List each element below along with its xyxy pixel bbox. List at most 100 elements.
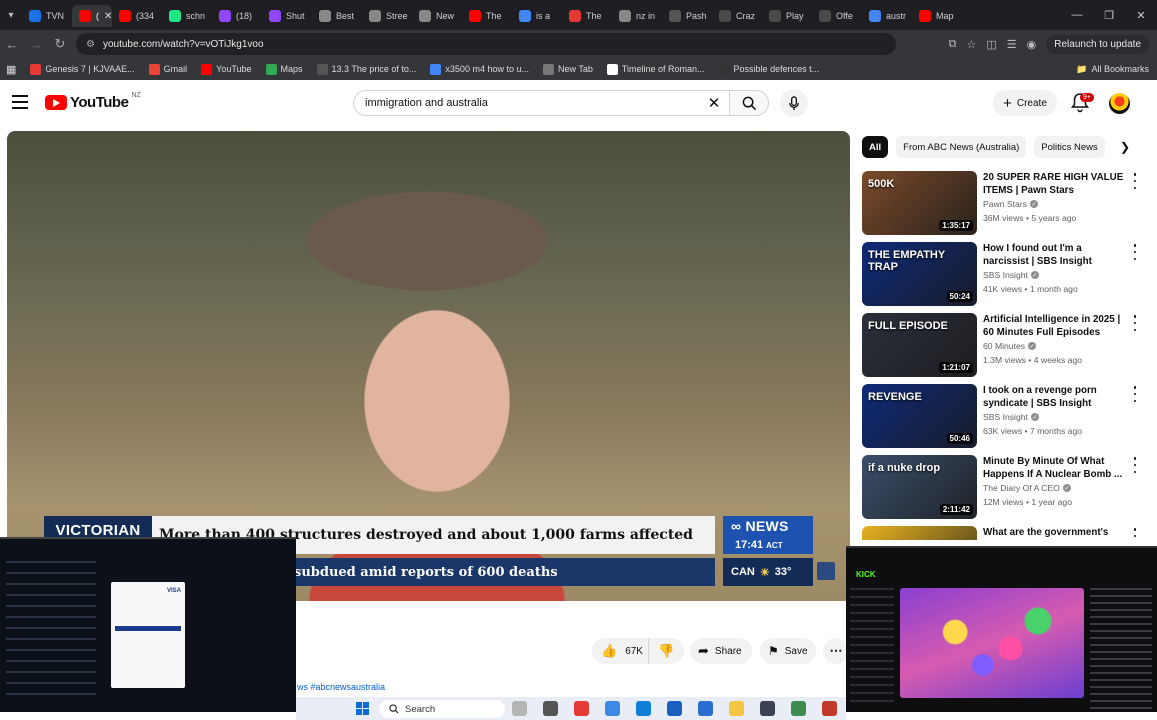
media-icon[interactable]: ☰: [1007, 38, 1017, 51]
create-button[interactable]: + Create: [993, 90, 1057, 116]
widgets-icon[interactable]: [512, 701, 527, 716]
menu-icon[interactable]: [12, 95, 28, 109]
browser-tab[interactable]: The: [562, 5, 612, 27]
bookmark-item[interactable]: Gmail: [148, 63, 187, 75]
outlook-icon[interactable]: [667, 701, 682, 716]
explorer-icon[interactable]: [729, 701, 744, 716]
video-thumbnail[interactable]: REVENGE 50:46: [862, 384, 977, 448]
video-title[interactable]: Artificial Intelligence in 2025 | 60 Min…: [983, 313, 1125, 339]
search-button[interactable]: [729, 90, 769, 116]
filter-chip[interactable]: From ABC News (Australia): [896, 136, 1027, 158]
taskbar-search[interactable]: Search: [379, 700, 505, 718]
minimize-icon[interactable]: —: [1061, 0, 1093, 30]
recommended-video[interactable]: What are the government's: [862, 526, 1152, 540]
recommended-video[interactable]: 500K 1:35:17 20 SUPER RARE HIGH VALUE ITEM…: [862, 171, 1152, 237]
browser-tab[interactable]: Map: [912, 5, 962, 27]
clear-search-icon[interactable]: ✕: [704, 92, 724, 114]
recommended-video[interactable]: FULL EPISODE 1:21:07 Artificial Intelligen…: [862, 313, 1152, 379]
active-app-icon[interactable]: [822, 701, 837, 716]
bookmark-item[interactable]: x3500 m4 how to u...: [430, 63, 529, 75]
browser-tab[interactable]: TVN: [22, 5, 72, 27]
browser-tab[interactable]: (✕: [72, 5, 112, 27]
avatar[interactable]: [1109, 93, 1130, 114]
share-button[interactable]: ➦ Share: [690, 638, 752, 664]
video-thumbnail[interactable]: [862, 526, 977, 540]
filter-chip[interactable]: All: [862, 136, 889, 158]
site-info-icon[interactable]: ⚙: [86, 39, 95, 50]
bookmark-item[interactable]: Timeline of Roman...: [606, 63, 705, 75]
bookmark-star-icon[interactable]: ☆: [967, 38, 977, 51]
channel-name[interactable]: The Diary Of A CEO ✓: [983, 483, 1071, 493]
profile-icon[interactable]: ◉: [1027, 38, 1037, 51]
browser-tab[interactable]: Best: [312, 5, 362, 27]
video-title[interactable]: 20 SUPER RARE HIGH VALUE ITEMS | Pawn St…: [983, 171, 1125, 197]
bookmark-item[interactable]: YouTube: [201, 63, 252, 75]
bookmark-item[interactable]: Maps: [265, 63, 303, 75]
bookmark-item[interactable]: Genesis 7 | KJVAAE...: [30, 63, 135, 75]
video-title[interactable]: Minute By Minute Of What Happens If A Nu…: [983, 455, 1125, 481]
bookmark-item[interactable]: Possible defences t...: [718, 63, 819, 75]
chrome-icon[interactable]: [574, 701, 589, 716]
browser-tab[interactable]: The: [462, 5, 512, 27]
filter-chip[interactable]: Politics News: [1034, 136, 1105, 158]
video-title[interactable]: What are the government's: [983, 526, 1125, 539]
browser-tab[interactable]: austr: [862, 5, 912, 27]
task-view-icon[interactable]: [543, 701, 558, 716]
close-tab-icon[interactable]: ✕: [104, 11, 112, 22]
address-bar[interactable]: ⚙ youtube.com/watch?v=vOTiJkg1voo: [76, 33, 896, 55]
extensions-icon[interactable]: ◫: [986, 38, 996, 51]
video-title[interactable]: I took on a revenge porn syndicate | SBS…: [983, 384, 1125, 410]
bookmark-item[interactable]: New Tab: [542, 63, 593, 75]
video-thumbnail[interactable]: THE EMPATHY TRAP 50:24: [862, 242, 977, 306]
description-hashtags[interactable]: ws #abcnewsaustralia: [297, 682, 385, 692]
recommended-video[interactable]: THE EMPATHY TRAP 50:24 How I found out I'm…: [862, 242, 1152, 308]
browser-tab[interactable]: schn: [162, 5, 212, 27]
dislike-button[interactable]: 👎: [648, 638, 684, 664]
close-icon[interactable]: ✕: [1125, 0, 1157, 30]
browser-tab[interactable]: Play: [762, 5, 812, 27]
search-input[interactable]: immigration and australia: [353, 90, 730, 116]
edge-icon[interactable]: [636, 701, 651, 716]
browser-tab[interactable]: (18): [212, 5, 262, 27]
install-icon[interactable]: ⧉: [949, 38, 957, 51]
tab-search-icon[interactable]: ▾: [0, 0, 22, 30]
windows-start-icon[interactable]: [356, 702, 369, 715]
channel-name[interactable]: 60 Minutes ✓: [983, 341, 1037, 351]
browser-tab[interactable]: Shut: [262, 5, 312, 27]
channel-name[interactable]: SBS Insight ✓: [983, 412, 1039, 422]
video-thumbnail[interactable]: 500K 1:35:17: [862, 171, 977, 235]
browser-tab[interactable]: Stree: [362, 5, 412, 27]
browser-tab[interactable]: Pash: [662, 5, 712, 27]
more-options-icon[interactable]: [1132, 173, 1138, 189]
app-icon[interactable]: [791, 701, 806, 716]
bookmark-item[interactable]: 13.3 The price of to...: [316, 63, 416, 75]
more-options-icon[interactable]: [1132, 315, 1138, 331]
more-options-icon[interactable]: [1132, 528, 1138, 540]
recommended-video[interactable]: if a nuke drop 2:11:42 Minute By Minute Of…: [862, 455, 1152, 521]
browser-tab[interactable]: (334: [112, 5, 162, 27]
restore-icon[interactable]: ❐: [1093, 0, 1125, 30]
youtube-logo[interactable]: YouTube NZ: [45, 92, 141, 111]
reload-icon[interactable]: ↻: [48, 30, 72, 58]
more-options-icon[interactable]: [1132, 457, 1138, 473]
browser-tab[interactable]: is a: [512, 5, 562, 27]
store-icon[interactable]: [698, 701, 713, 716]
relaunch-button[interactable]: Relaunch to update: [1046, 34, 1149, 54]
all-bookmarks[interactable]: 📁 All Bookmarks: [1070, 58, 1149, 80]
calculator-icon[interactable]: [760, 701, 775, 716]
browser-tab[interactable]: Craz: [712, 5, 762, 27]
save-button[interactable]: ⚑ Save: [760, 638, 816, 664]
like-button[interactable]: 👍 67K: [592, 638, 648, 664]
more-options-icon[interactable]: [1132, 244, 1138, 260]
recommended-video[interactable]: REVENGE 50:46 I took on a revenge porn syn…: [862, 384, 1152, 450]
browser-tab[interactable]: New: [412, 5, 462, 27]
back-icon[interactable]: ←: [0, 30, 24, 58]
video-thumbnail[interactable]: FULL EPISODE 1:21:07: [862, 313, 977, 377]
video-thumbnail[interactable]: if a nuke drop 2:11:42: [862, 455, 977, 519]
voice-search-button[interactable]: [780, 89, 808, 117]
channel-name[interactable]: Pawn Stars ✓: [983, 199, 1038, 209]
more-options-icon[interactable]: [1132, 386, 1138, 402]
browser-tab[interactable]: nz in: [612, 5, 662, 27]
forward-icon[interactable]: →: [24, 30, 48, 58]
video-title[interactable]: How I found out I'm a narcissist | SBS I…: [983, 242, 1125, 268]
